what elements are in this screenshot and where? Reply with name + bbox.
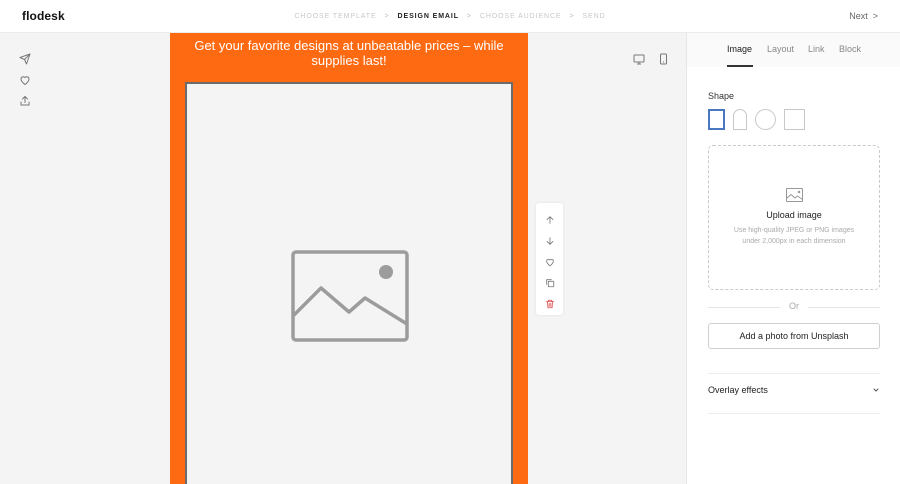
panel-tabs: Image Layout Link Block [687,33,900,67]
chevron-down-icon [872,386,880,396]
tab-link[interactable]: Link [808,44,825,54]
shape-arch-option[interactable] [733,109,747,130]
send-icon[interactable] [17,51,33,67]
upload-image-dropzone[interactable]: Upload image Use high-quality JPEG or PN… [708,145,880,290]
shape-label: Shape [708,91,735,101]
tab-image[interactable]: Image [727,44,752,54]
active-tab-indicator [727,65,753,67]
step-separator: > [466,13,472,20]
next-arrow: > [872,11,878,21]
shape-circle-option[interactable] [755,109,776,130]
email-canvas: Get your favorite designs at unbeatable … [170,33,528,484]
share-icon[interactable] [17,93,33,109]
divider [708,413,880,414]
upload-hint: Use high-quality JPEG or PNG images unde… [733,227,855,245]
mobile-icon[interactable] [656,52,670,66]
image-placeholder-icon [291,250,409,347]
overlay-effects-toggle[interactable]: Overlay effects [708,385,880,399]
heart-icon[interactable] [536,251,563,272]
step-send[interactable]: SEND [582,13,605,20]
arrow-down-icon[interactable] [536,230,563,251]
desktop-icon[interactable] [632,52,646,66]
step-choose-audience[interactable]: CHOOSE AUDIENCE [480,13,562,20]
divider-line [808,307,880,308]
duplicate-icon[interactable] [536,272,563,293]
next-label: Next [849,11,868,21]
step-design-email[interactable]: DESIGN EMAIL [398,13,459,20]
block-toolbar [536,203,563,315]
banner-text[interactable]: Get your favorite designs at unbeatable … [180,38,518,68]
step-separator: > [384,13,390,20]
or-divider: Or [708,301,880,313]
settings-panel: Image Layout Link Block Shape Upload ima… [686,33,900,484]
or-label: Or [789,301,799,311]
trash-icon[interactable] [536,293,563,314]
step-choose-template[interactable]: CHOOSE TEMPLATE [294,13,376,20]
device-toggle [632,52,670,66]
shape-rectangle-option[interactable] [708,109,725,130]
arrow-up-icon[interactable] [536,209,563,230]
image-icon [709,188,879,202]
divider [708,373,880,374]
top-bar: flodesk CHOOSE TEMPLATE > DESIGN EMAIL > CHO… [0,0,900,33]
image-block[interactable] [185,82,513,484]
tab-layout[interactable]: Layout [767,44,794,54]
upload-title: Upload image [766,210,822,220]
shape-square-option[interactable] [784,109,805,130]
step-separator: > [569,13,575,20]
tab-block[interactable]: Block [839,44,861,54]
overlay-effects-label: Overlay effects [708,385,768,395]
heart-icon[interactable] [17,72,33,88]
next-button[interactable]: Next > [849,11,878,21]
step-breadcrumb: CHOOSE TEMPLATE > DESIGN EMAIL > CHOOSE AUDI… [0,13,900,20]
left-toolbar [17,51,33,114]
unsplash-button[interactable]: Add a photo from Unsplash [708,323,880,349]
